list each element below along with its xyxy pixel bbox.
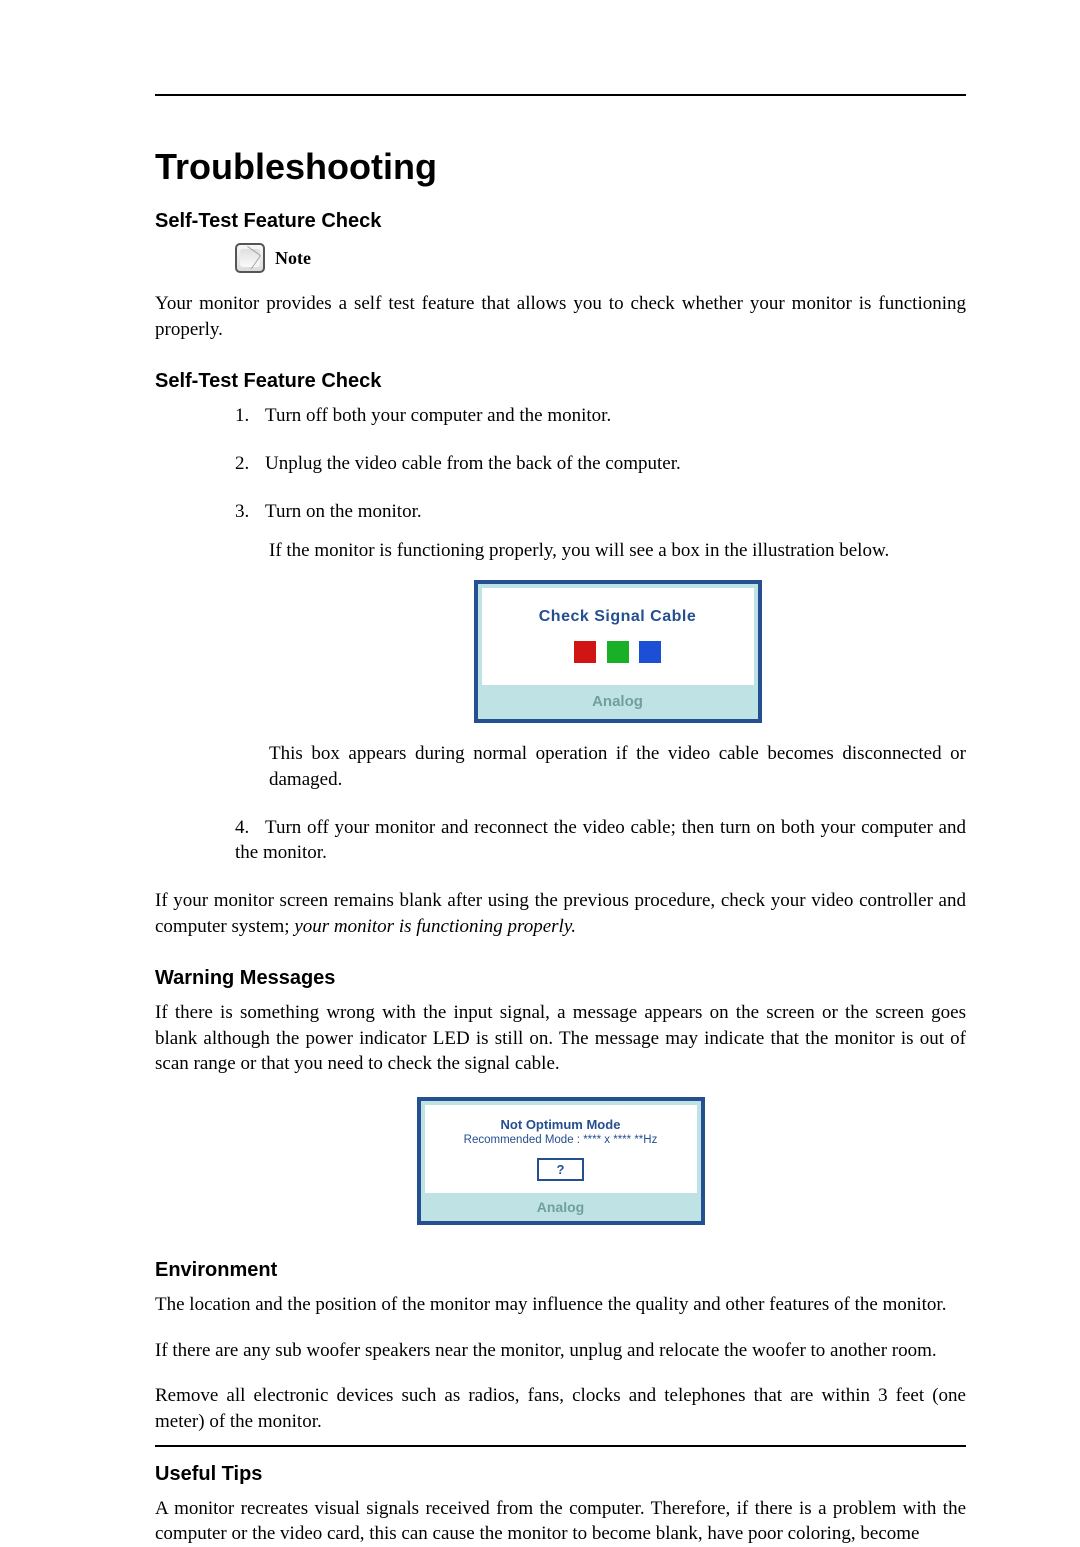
tips-body: A monitor recreates visual signals recei… — [155, 1496, 966, 1547]
environment-p3: Remove all electronic devices such as ra… — [155, 1383, 966, 1434]
osd-square-red — [574, 641, 596, 663]
step-text: Unplug the video cable from the back of … — [265, 453, 681, 474]
step-3: 3Turn on the monitor. If the monitor is … — [235, 499, 966, 793]
after-italic: your monitor is functioning properly. — [294, 916, 576, 937]
selftest-after-paragraph: If your monitor screen remains blank aft… — [155, 888, 966, 939]
section-heading-environment: Environment — [155, 1259, 966, 1282]
note-icon — [235, 243, 265, 273]
step-3-continuation-2: This box appears during normal operation… — [269, 741, 966, 792]
osd-bottom-bar: Analog — [421, 1197, 701, 1221]
step-4: 4Turn off your monitor and reconnect the… — [235, 815, 966, 866]
osd-figure-not-optimum: Not Optimum Mode Recommended Mode : ****… — [417, 1097, 705, 1225]
section-heading-selftest-steps: Self-Test Feature Check — [155, 370, 966, 393]
environment-p2: If there are any sub woofer speakers nea… — [155, 1338, 966, 1364]
step-number: 3 — [235, 499, 265, 525]
section-heading-selftest-intro: Self-Test Feature Check — [155, 210, 966, 233]
osd-line2: Recommended Mode : **** x **** **Hz — [433, 1134, 689, 1146]
osd-title: Check Signal Cable — [490, 606, 746, 628]
step-1: 1Turn off both your computer and the mon… — [235, 403, 966, 429]
step-number: 4 — [235, 815, 265, 841]
note-label: Note — [275, 248, 311, 268]
step-text: Turn off both your computer and the moni… — [265, 405, 611, 426]
step-3-continuation-1: If the monitor is functioning properly, … — [269, 538, 966, 564]
section-heading-tips: Useful Tips — [155, 1463, 966, 1486]
osd-figure-1-wrapper: Check Signal Cable Analog — [269, 580, 966, 723]
osd-square-green — [607, 641, 629, 663]
osd-panel: Not Optimum Mode Recommended Mode : ****… — [421, 1101, 701, 1197]
bottom-rule — [155, 1445, 966, 1447]
osd-question-box: ? — [537, 1158, 585, 1181]
page-title: Troubleshooting — [155, 146, 966, 188]
environment-p1: The location and the position of the mon… — [155, 1292, 966, 1318]
page-content: Troubleshooting Self-Test Feature Check … — [155, 94, 966, 1547]
step-text: Turn off your monitor and reconnect the … — [235, 817, 966, 864]
step-text: Turn on the monitor. — [265, 501, 422, 522]
osd-panel: Check Signal Cable — [478, 584, 758, 689]
step-number: 1 — [235, 403, 265, 429]
step-2: 2Unplug the video cable from the back of… — [235, 451, 966, 477]
osd-square-blue — [639, 641, 661, 663]
note-body: Your monitor provides a self test featur… — [155, 291, 966, 342]
top-rule — [155, 94, 966, 96]
osd-figure-check-signal: Check Signal Cable Analog — [474, 580, 762, 723]
steps-list: 1Turn off both your computer and the mon… — [235, 403, 966, 866]
osd-bottom-bar: Analog — [478, 689, 758, 719]
warning-body: If there is something wrong with the inp… — [155, 1000, 966, 1077]
section-heading-warning: Warning Messages — [155, 967, 966, 990]
document-page: Troubleshooting Self-Test Feature Check … — [0, 0, 1080, 1527]
osd-line1: Not Optimum Mode — [433, 1117, 689, 1132]
osd-color-squares — [490, 641, 746, 671]
note-block: Note — [235, 243, 966, 273]
step-number: 2 — [235, 451, 265, 477]
